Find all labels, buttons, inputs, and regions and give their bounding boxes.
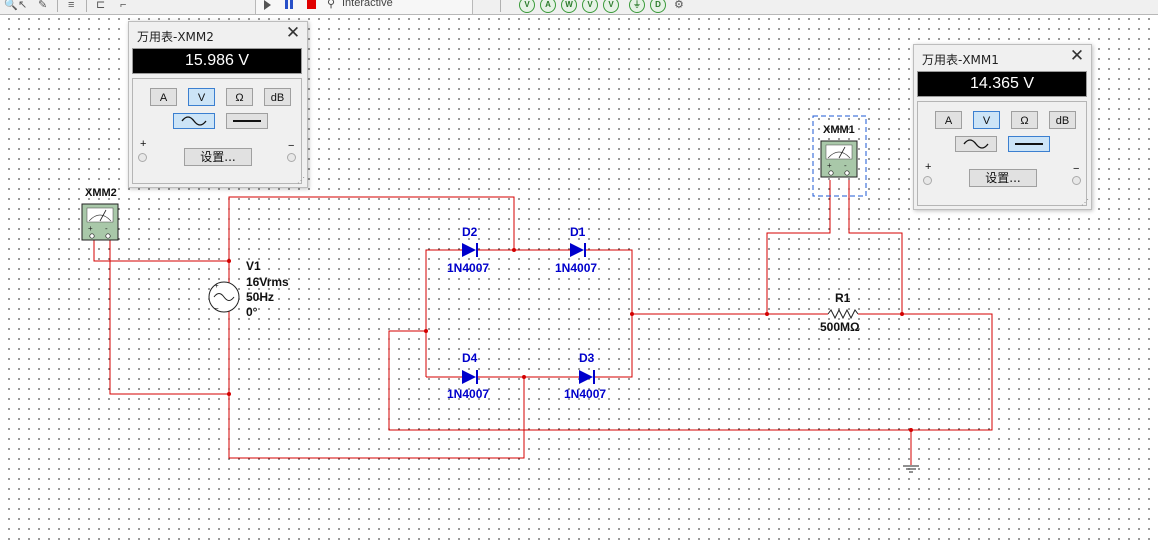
- voltmeter-mode-button[interactable]: V: [973, 111, 1000, 129]
- close-icon[interactable]: ✕: [1069, 46, 1085, 66]
- ground-symbol[interactable]: [903, 465, 919, 473]
- v1-phase: 0°: [246, 305, 258, 319]
- diode-d3[interactable]: [579, 370, 595, 384]
- v1-value: 16Vrms: [246, 275, 289, 289]
- d2-name: D2: [462, 225, 478, 239]
- decibel-mode-button[interactable]: dB: [264, 88, 291, 106]
- dc-line-icon: [233, 120, 261, 122]
- xmm1-meter-symbol[interactable]: + -: [820, 140, 858, 178]
- svg-text:+: +: [214, 281, 219, 290]
- ammeter-mode-button[interactable]: A: [935, 111, 962, 129]
- junctions: [227, 248, 913, 432]
- svg-text:+: +: [88, 224, 93, 233]
- settings-button[interactable]: 设置...: [184, 148, 252, 166]
- dc-waveform-button[interactable]: [1008, 136, 1050, 152]
- meter-control-panel: A V Ω dB + 设置... −: [917, 101, 1087, 206]
- ac-waveform-button[interactable]: [955, 136, 997, 152]
- d4-model: 1N4007: [447, 387, 489, 401]
- multimeter-xmm1-window[interactable]: 万用表-XMM1 ✕ 14.365 V A V Ω dB + 设置... − ⋰: [913, 44, 1092, 210]
- xmm2-label: XMM2: [85, 187, 117, 199]
- window-title: 万用表-XMM1: [922, 53, 999, 67]
- positive-terminal-label: +: [925, 161, 932, 173]
- ac-waveform-button[interactable]: [173, 113, 215, 129]
- svg-text:-: -: [844, 161, 847, 170]
- svg-text:−: −: [214, 304, 219, 313]
- ohmmeter-mode-button[interactable]: Ω: [1011, 111, 1038, 129]
- resize-grip-icon[interactable]: ⋰: [1081, 199, 1089, 207]
- decibel-mode-button[interactable]: dB: [1049, 111, 1076, 129]
- sine-wave-icon: [963, 139, 989, 149]
- v1-name: V1: [246, 259, 261, 273]
- d3-model: 1N4007: [564, 387, 606, 401]
- voltmeter-mode-button[interactable]: V: [188, 88, 215, 106]
- d2-model: 1N4007: [447, 261, 489, 275]
- ohmmeter-mode-button[interactable]: Ω: [226, 88, 253, 106]
- negative-terminal-label: −: [288, 140, 295, 152]
- wire-source-bottom[interactable]: [228, 311, 525, 459]
- reading-display: 15.986 V: [132, 48, 302, 74]
- negative-terminal[interactable]: [287, 153, 296, 162]
- window-title: 万用表-XMM2: [137, 30, 214, 44]
- positive-terminal[interactable]: [923, 176, 932, 185]
- svg-text:-: -: [105, 224, 108, 233]
- wire-return-loop[interactable]: [388, 313, 993, 431]
- d1-model: 1N4007: [555, 261, 597, 275]
- svg-text:+: +: [827, 161, 832, 170]
- reading-display: 14.365 V: [917, 71, 1087, 97]
- diode-d2[interactable]: [462, 243, 478, 257]
- xmm2-meter-symbol[interactable]: + -: [81, 203, 119, 241]
- positive-terminal[interactable]: [138, 153, 147, 162]
- diode-d1[interactable]: [570, 243, 586, 257]
- close-icon[interactable]: ✕: [285, 23, 301, 43]
- wire-xmm1-minus[interactable]: [848, 180, 903, 314]
- dc-line-icon: [1015, 143, 1043, 145]
- r1-name: R1: [835, 291, 851, 305]
- meter-control-panel: A V Ω dB + 设置... −: [132, 78, 302, 184]
- r1-value: 500MΩ: [820, 320, 860, 334]
- ammeter-mode-button[interactable]: A: [150, 88, 177, 106]
- resistor-r1[interactable]: [827, 308, 859, 320]
- xmm1-label: XMM1: [823, 124, 855, 136]
- negative-terminal-label: −: [1073, 163, 1080, 175]
- negative-terminal[interactable]: [1072, 176, 1081, 185]
- d1-name: D1: [570, 225, 586, 239]
- wire-xmm1-plus[interactable]: [766, 180, 831, 314]
- v1-frequency: 50Hz: [246, 290, 274, 304]
- resize-grip-icon[interactable]: ⋰: [297, 177, 305, 185]
- wire-xmm2-minus[interactable]: [106, 231, 229, 395]
- sine-wave-icon: [181, 116, 207, 126]
- d4-name: D4: [462, 351, 478, 365]
- dc-waveform-button[interactable]: [226, 113, 268, 129]
- positive-terminal-label: +: [140, 138, 147, 150]
- diode-d4[interactable]: [462, 370, 478, 384]
- d3-name: D3: [579, 351, 595, 365]
- ac-source-v1[interactable]: + −: [208, 281, 240, 313]
- multimeter-xmm2-window[interactable]: 万用表-XMM2 ✕ 15.986 V A V Ω dB + 设置... − ⋰: [128, 21, 308, 188]
- settings-button[interactable]: 设置...: [969, 169, 1037, 187]
